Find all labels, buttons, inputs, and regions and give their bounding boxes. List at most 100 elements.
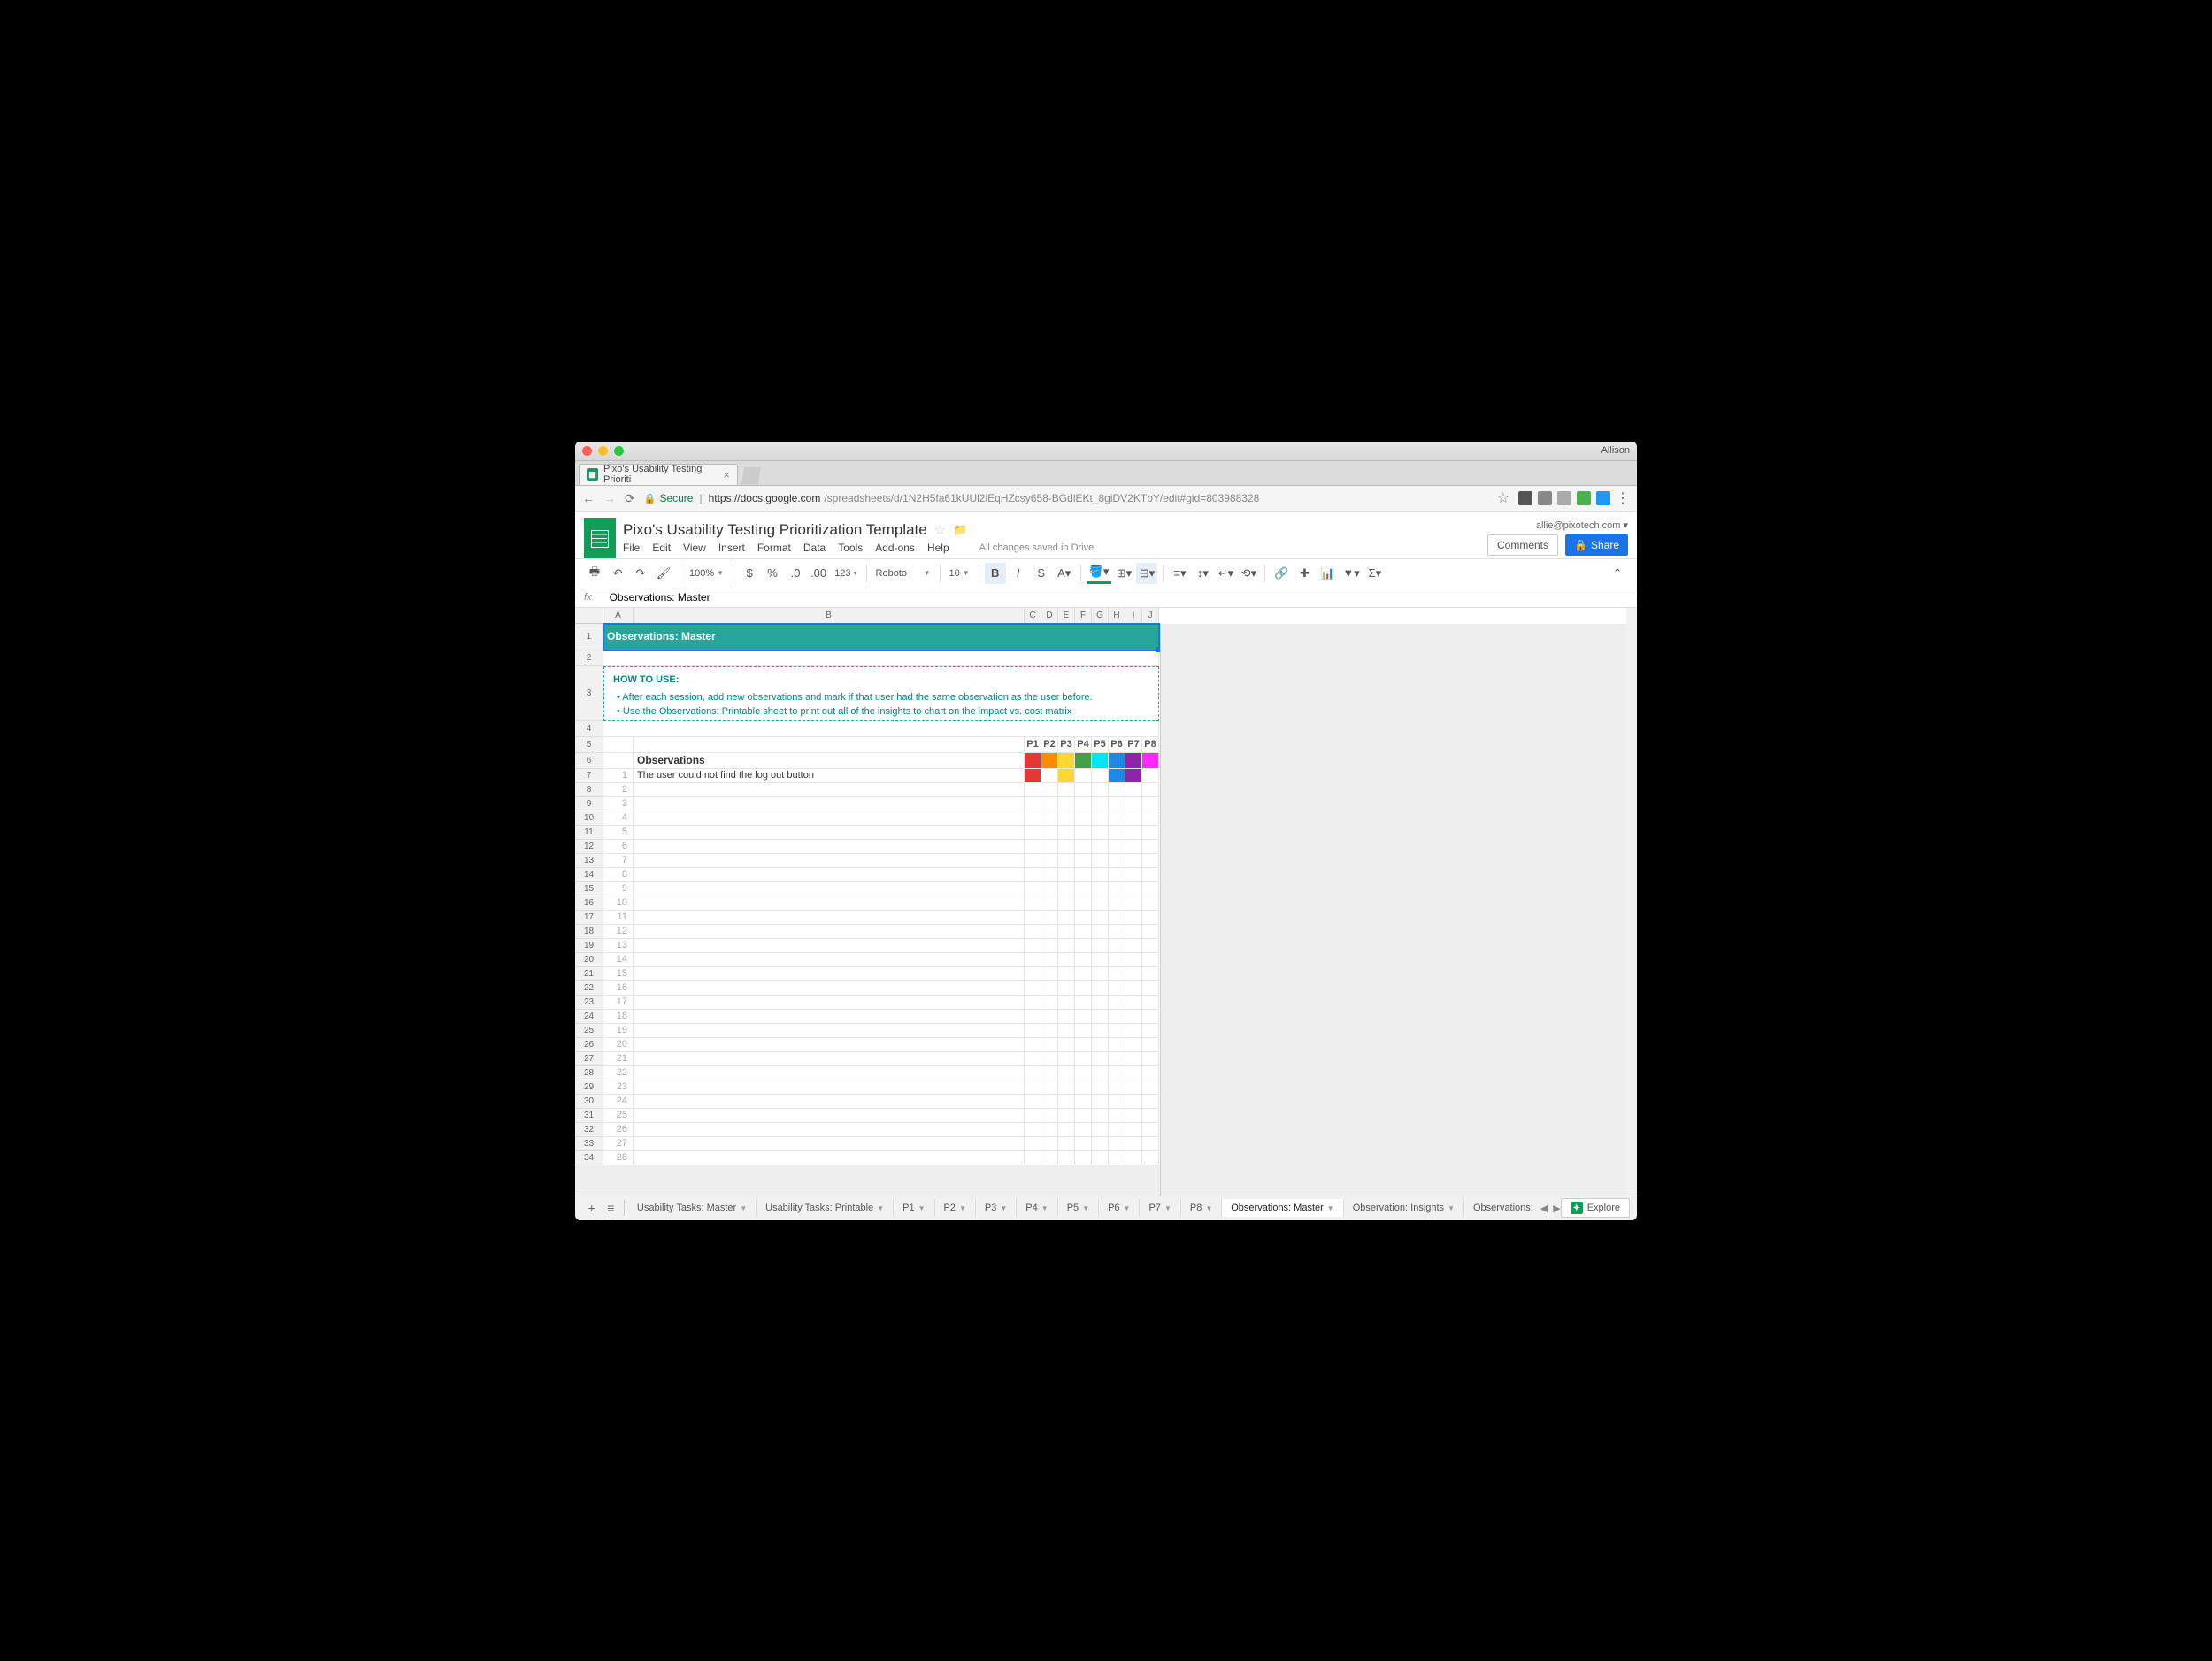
cell[interactable] [1025, 1080, 1041, 1095]
cell[interactable] [634, 797, 1025, 811]
row-header[interactable]: 34 [575, 1151, 603, 1165]
cell[interactable] [1075, 1024, 1092, 1038]
sheet-tab[interactable]: Observation: Insights▼ [1344, 1199, 1464, 1217]
row-header[interactable]: 5 [575, 737, 603, 753]
cell[interactable] [1125, 1080, 1142, 1095]
cell[interactable] [1092, 1095, 1109, 1109]
cell[interactable] [1075, 840, 1092, 854]
cell[interactable] [1058, 1137, 1075, 1151]
formula-bar[interactable]: fx Observations: Master [575, 588, 1637, 608]
col-header-B[interactable]: B [634, 608, 1025, 624]
cell[interactable] [1109, 1066, 1125, 1080]
row-header[interactable]: 26 [575, 1038, 603, 1052]
cell[interactable] [1025, 783, 1041, 797]
cell[interactable] [1075, 981, 1092, 996]
row-header[interactable]: 24 [575, 1010, 603, 1024]
cell[interactable] [603, 753, 634, 769]
cell[interactable] [603, 721, 1159, 737]
col-header-G[interactable]: G [1092, 608, 1109, 624]
cell[interactable] [1142, 1095, 1159, 1109]
doc-title[interactable]: Pixo's Usability Testing Prioritization … [623, 521, 927, 539]
cell[interactable] [1109, 1109, 1125, 1123]
cell[interactable] [634, 1010, 1025, 1024]
insert-chart-icon[interactable]: 📊 [1317, 563, 1338, 584]
menu-icon[interactable]: ⋮ [1616, 489, 1630, 507]
cell[interactable] [1142, 797, 1159, 811]
cell[interactable] [603, 650, 1159, 666]
cell[interactable] [1058, 981, 1075, 996]
cell[interactable] [1025, 925, 1041, 939]
cell[interactable] [1058, 1052, 1075, 1066]
cell[interactable] [603, 737, 634, 753]
cell[interactable] [1142, 882, 1159, 896]
cell[interactable] [1041, 826, 1058, 840]
cell[interactable] [1109, 840, 1125, 854]
cell[interactable] [634, 996, 1025, 1010]
cell[interactable] [1142, 783, 1159, 797]
cell[interactable] [1125, 1109, 1142, 1123]
cell[interactable] [1058, 868, 1075, 882]
sheet-tab[interactable]: P4▼ [1017, 1199, 1057, 1217]
cell[interactable] [1058, 1080, 1075, 1095]
cell[interactable] [1125, 1066, 1142, 1080]
cell[interactable] [1075, 1109, 1092, 1123]
row-header[interactable]: 25 [575, 1024, 603, 1038]
cell[interactable] [1125, 882, 1142, 896]
cell[interactable] [634, 911, 1025, 925]
cell[interactable] [1092, 882, 1109, 896]
cell[interactable] [1058, 925, 1075, 939]
observation-text[interactable]: The user could not find the log out butt… [634, 769, 1025, 783]
row-header[interactable]: 2 [575, 650, 603, 666]
cell[interactable] [1142, 1109, 1159, 1123]
borders-button[interactable]: ⊞▾ [1113, 563, 1134, 584]
cell[interactable] [1025, 868, 1041, 882]
cell[interactable] [1109, 868, 1125, 882]
cell[interactable] [1058, 1038, 1075, 1052]
extension-icon[interactable] [1596, 491, 1610, 505]
cell[interactable] [1025, 1066, 1041, 1080]
h-align-button[interactable]: ≡▾ [1169, 563, 1190, 584]
percent-icon[interactable]: % [762, 563, 783, 584]
cell[interactable] [634, 826, 1025, 840]
cell[interactable] [1092, 811, 1109, 826]
cell[interactable] [1075, 797, 1092, 811]
sheet-tab[interactable]: Usability Tasks: Master▼ [628, 1199, 757, 1217]
menu-view[interactable]: View [683, 542, 706, 554]
cell[interactable] [1075, 783, 1092, 797]
title-cell[interactable]: Observations: Master [603, 624, 1159, 650]
cell[interactable] [634, 737, 1025, 753]
cell[interactable] [1125, 925, 1142, 939]
add-sheet-button[interactable]: + [582, 1201, 602, 1215]
cell[interactable] [1125, 868, 1142, 882]
cell[interactable] [1058, 896, 1075, 911]
cell[interactable] [1075, 854, 1092, 868]
menu-help[interactable]: Help [927, 542, 949, 554]
cell[interactable] [1109, 1010, 1125, 1024]
howto-cell[interactable]: HOW TO USE:• After each session, add new… [603, 666, 1159, 721]
cell[interactable] [1025, 953, 1041, 967]
row-header[interactable]: 15 [575, 882, 603, 896]
row-header[interactable]: 23 [575, 996, 603, 1010]
cell[interactable] [1125, 811, 1142, 826]
insert-comment-icon[interactable]: ✚ [1294, 563, 1315, 584]
cell[interactable] [1058, 939, 1075, 953]
row-header[interactable]: 32 [575, 1123, 603, 1137]
cell[interactable] [1075, 811, 1092, 826]
col-header-H[interactable]: H [1109, 608, 1125, 624]
cell[interactable] [1142, 1080, 1159, 1095]
participant-mark[interactable] [1025, 769, 1041, 783]
cell[interactable] [1109, 1052, 1125, 1066]
cell[interactable] [1109, 811, 1125, 826]
cell[interactable] [1041, 925, 1058, 939]
cell[interactable] [1109, 1024, 1125, 1038]
cell[interactable] [1092, 939, 1109, 953]
browser-tab[interactable]: ▦ Pixo's Usability Testing Prioriti × [579, 464, 738, 485]
menu-insert[interactable]: Insert [718, 542, 745, 554]
functions-icon[interactable]: Σ▾ [1364, 563, 1386, 584]
cell[interactable] [1041, 967, 1058, 981]
cell[interactable] [1041, 1052, 1058, 1066]
cell[interactable] [1109, 854, 1125, 868]
cell[interactable] [1025, 811, 1041, 826]
row-header[interactable]: 21 [575, 967, 603, 981]
cell[interactable] [1125, 797, 1142, 811]
